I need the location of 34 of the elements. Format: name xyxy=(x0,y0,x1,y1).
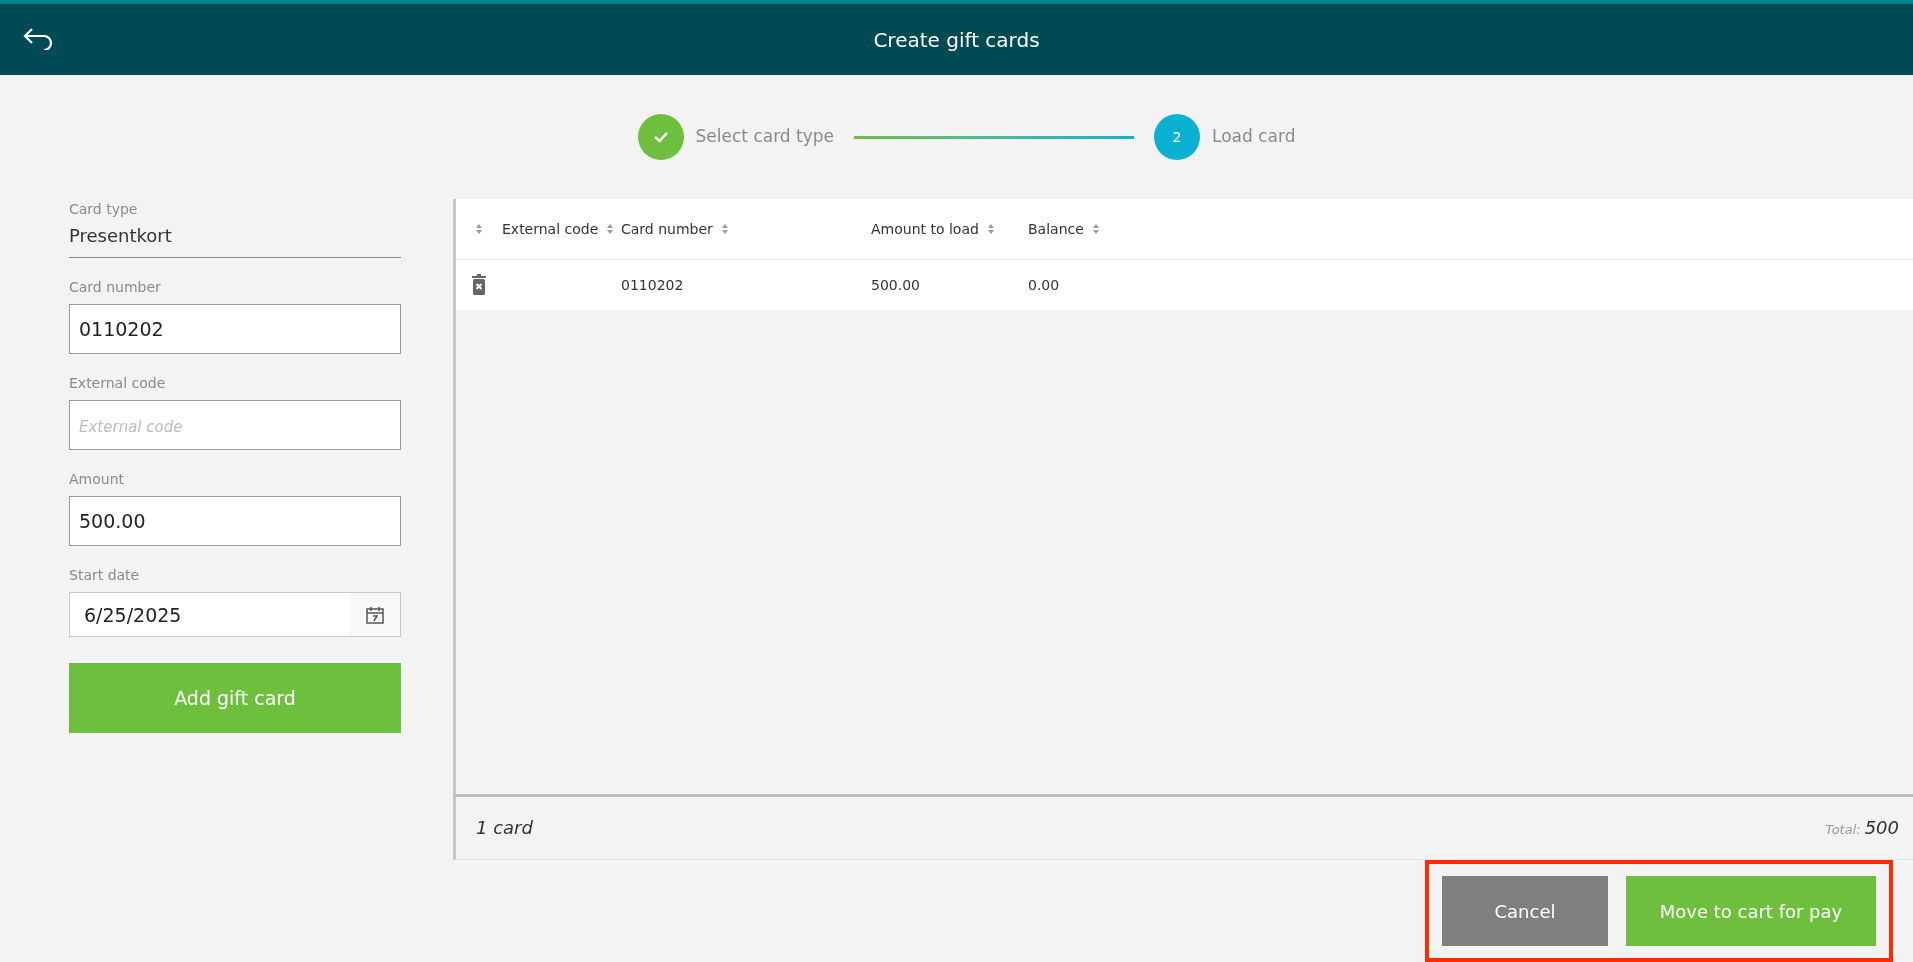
input-field[interactable]: External code xyxy=(69,400,401,450)
table-cell-text: 500.00 xyxy=(871,275,921,295)
step-label: Select card type xyxy=(695,125,834,149)
sort-icon[interactable] xyxy=(606,223,615,235)
window-title: Create gift cards xyxy=(873,26,1040,54)
sort-icon[interactable] xyxy=(720,223,729,235)
total-label: Total: xyxy=(1825,821,1861,840)
back-button[interactable] xyxy=(22,26,54,50)
sort-icon[interactable] xyxy=(475,223,483,235)
sort-icon[interactable] xyxy=(1091,223,1100,235)
field-label: External code xyxy=(69,374,167,393)
table-cell-text: 0.00 xyxy=(1028,275,1061,295)
column-header[interactable]: Balance xyxy=(1028,218,1084,240)
delete-icon[interactable] xyxy=(471,274,487,296)
step-label: Load card xyxy=(1212,125,1296,149)
table-cell-text: 0110202 xyxy=(621,275,685,295)
column-header[interactable]: Card number xyxy=(621,218,713,240)
input-field[interactable]: 500.00 xyxy=(69,496,401,546)
calendar-icon[interactable] xyxy=(365,604,385,625)
total-value: 500 xyxy=(1864,816,1899,841)
column-header[interactable]: External code xyxy=(502,218,599,240)
card-count: 1 card xyxy=(476,816,533,841)
sort-icon[interactable] xyxy=(986,223,995,235)
step-number-badge: 2 xyxy=(1154,114,1200,160)
input-field[interactable]: 0110202 xyxy=(69,304,401,354)
field-label: Card type xyxy=(69,200,139,219)
field-label: Amount xyxy=(69,470,125,489)
field-label: Start date xyxy=(69,566,141,585)
card-type-value: Presentkort xyxy=(69,222,401,258)
cancel-button[interactable]: Cancel xyxy=(1442,876,1608,946)
field-label: Card number xyxy=(69,278,162,297)
date-field[interactable]: 6/25/2025 xyxy=(69,592,401,637)
back-arrow-icon xyxy=(22,26,54,50)
column-header[interactable]: Amount to load xyxy=(871,218,979,240)
